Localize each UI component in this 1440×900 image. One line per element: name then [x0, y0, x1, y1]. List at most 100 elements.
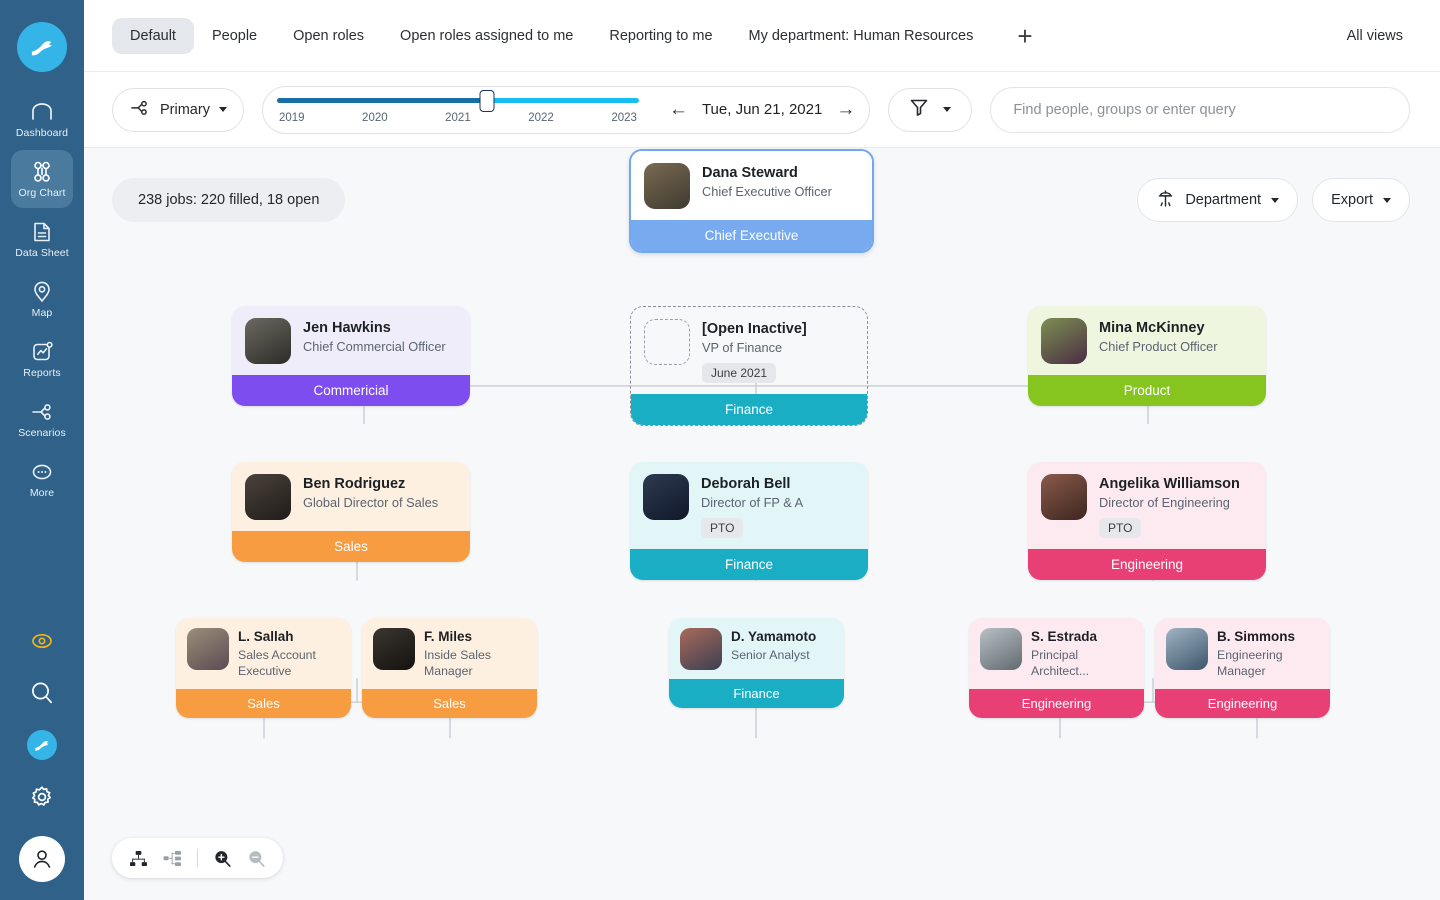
arrow-left-icon[interactable]: ←: [669, 100, 688, 119]
search-query-box[interactable]: [990, 86, 1410, 133]
org-node-miles[interactable]: F. Miles Inside Sales Manager Sales: [362, 618, 537, 718]
timeline-thumb[interactable]: [479, 89, 495, 112]
person-photo: [1166, 628, 1208, 670]
org-node-body: B. Simmons Engineering Manager: [1155, 618, 1330, 689]
org-node-text: F. Miles Inside Sales Manager: [424, 628, 526, 680]
org-node-body: Dana Steward Chief Executive Officer: [631, 151, 872, 220]
org-node-estrada[interactable]: S. Estrada Principal Architect... Engineer…: [969, 618, 1144, 718]
person-photo: [245, 318, 291, 364]
filter-dropdown[interactable]: [888, 87, 973, 132]
search-input[interactable]: [1013, 101, 1387, 118]
search-icon[interactable]: [25, 676, 59, 710]
org-node-title: Chief Commercial Officer: [303, 339, 446, 355]
org-node-title: Inside Sales Manager: [424, 647, 491, 678]
org-node-body: S. Estrada Principal Architect...: [969, 618, 1144, 689]
tab-reporting-to-me[interactable]: Reporting to me: [591, 18, 730, 54]
current-date-label: Tue, Jun 21, 2021: [701, 101, 823, 118]
timeline-slider[interactable]: 2019 2020 2021 2022 2023: [263, 89, 653, 124]
tab-open-roles-assigned-to-me[interactable]: Open roles assigned to me: [382, 18, 591, 54]
org-node-body: Jen Hawkins Chief Commercial Officer: [232, 306, 470, 375]
org-node-ceo[interactable]: Dana Steward Chief Executive Officer Chief…: [629, 149, 874, 253]
add-view-button[interactable]: +: [991, 23, 1058, 49]
sidebar-item-dashboard[interactable]: Dashboard: [11, 90, 73, 148]
org-node-name: S. Estrada: [1031, 629, 1098, 644]
org-node-body: Angelika Williamson Director of Engineeri…: [1028, 462, 1266, 549]
person-photo: [1041, 318, 1087, 364]
zoom-in-icon[interactable]: [213, 849, 232, 868]
org-node-status-badge: June 2021: [702, 362, 777, 383]
org-node-simmons[interactable]: B. Simmons Engineering Manager Engineering: [1155, 618, 1330, 718]
eye-icon[interactable]: [25, 624, 59, 658]
org-chart-canvas[interactable]: 238 jobs: 220 filled, 18 open Department: [84, 148, 1440, 900]
main-area: Default People Open roles Open roles ass…: [84, 0, 1440, 900]
org-node-dir-fpa[interactable]: Deborah Bell Director of FP & A PTO Finance: [630, 462, 868, 580]
sidebar-item-org-chart[interactable]: Org Chart: [11, 150, 73, 208]
org-node-dir-sales[interactable]: Ben Rodriguez Global Director of Sales Sal…: [232, 462, 470, 562]
chevron-down-icon: [218, 107, 227, 112]
person-photo: [187, 628, 229, 670]
timeline-track-future: [486, 97, 639, 103]
org-node-department-label: Sales: [232, 531, 470, 562]
sidebar-item-label: More: [29, 486, 55, 499]
org-node-title: Chief Product Officer: [1099, 339, 1218, 355]
org-node-title: Director of Engineering: [1099, 495, 1230, 511]
org-node-department-label: Sales: [362, 688, 537, 718]
org-node-text: Angelika Williamson Director of Engineeri…: [1099, 474, 1240, 538]
tab-people[interactable]: People: [194, 18, 275, 54]
timeline-tick: 2020: [362, 111, 388, 124]
org-node-name: Jen Hawkins: [303, 320, 391, 336]
sidebar-item-label: Data Sheet: [15, 246, 69, 259]
org-node-dir-eng[interactable]: Angelika Williamson Director of Engineeri…: [1028, 462, 1266, 580]
tab-open-roles[interactable]: Open roles: [275, 18, 382, 54]
document-icon: [31, 220, 53, 244]
org-node-yamamoto[interactable]: D. Yamamoto Senior Analyst Finance: [669, 618, 844, 708]
rabbit-logo-icon[interactable]: [17, 22, 67, 72]
timeline-control[interactable]: 2019 2020 2021 2022 2023 ← Tue, Jun 21, …: [261, 85, 871, 134]
org-node-name: F. Miles: [424, 629, 473, 644]
org-node-department-label: Engineering: [1028, 548, 1266, 580]
sidebar-item-map[interactable]: Map: [11, 270, 73, 328]
canvas-zoom-toolbar: [112, 838, 283, 878]
sidebar-item-data-sheet[interactable]: Data Sheet: [11, 210, 73, 268]
org-node-status-badge: PTO: [1099, 517, 1142, 538]
tab-my-department[interactable]: My department: Human Resources: [731, 18, 992, 54]
org-node-sallah[interactable]: L. Sallah Sales Account Executive Sales: [176, 618, 351, 718]
org-node-name: Ben Rodriguez: [303, 476, 406, 492]
person-photo: [980, 628, 1022, 670]
timeline-tick: 2023: [611, 111, 637, 124]
rabbit-logo-icon[interactable]: [25, 728, 59, 762]
org-node-department-label: Finance: [669, 679, 844, 708]
sidebar-item-label: Dashboard: [15, 126, 69, 139]
org-node-body: Deborah Bell Director of FP & A PTO: [630, 462, 868, 549]
org-node-department-label: Finance: [631, 393, 867, 425]
person-photo: [1041, 474, 1087, 520]
sidebar-item-scenarios[interactable]: Scenarios: [11, 390, 73, 448]
org-node-text: [Open Inactive] VP of Finance June 2021: [702, 319, 807, 383]
horizontal-layout-icon[interactable]: [163, 850, 182, 867]
org-node-department-label: Engineering: [1155, 688, 1330, 718]
user-avatar-icon[interactable]: [19, 836, 65, 882]
home-icon: [30, 100, 54, 124]
zoom-out-icon[interactable]: [247, 849, 266, 868]
person-photo: [245, 474, 291, 520]
sidebar-item-label: Reports: [23, 366, 61, 379]
org-node-cco[interactable]: Jen Hawkins Chief Commercial Officer Comme…: [232, 306, 470, 406]
zoom-divider: [197, 849, 198, 867]
arrow-right-icon[interactable]: →: [836, 100, 855, 119]
all-views-button[interactable]: All views: [1347, 28, 1408, 44]
primary-hierarchy-dropdown[interactable]: Primary: [112, 87, 244, 132]
org-node-title: Director of FP & A: [701, 495, 804, 511]
org-node-vp-finance[interactable]: [Open Inactive] VP of Finance June 2021 Fin…: [630, 306, 868, 426]
sidebar-item-more[interactable]: More: [11, 450, 73, 508]
primary-label: Primary: [160, 101, 210, 118]
sidebar-item-reports[interactable]: Reports: [11, 330, 73, 388]
org-node-cpo[interactable]: Mina McKinney Chief Product Officer Produc…: [1028, 306, 1266, 406]
gear-icon[interactable]: [25, 780, 59, 814]
tab-default[interactable]: Default: [112, 17, 194, 54]
sidebar-item-label: Map: [31, 306, 53, 319]
hierarchy-icon: [129, 98, 151, 121]
tree-layout-icon[interactable]: [129, 850, 148, 867]
org-node-title: Principal Architect...: [1031, 647, 1090, 678]
org-node-body: Ben Rodriguez Global Director of Sales: [232, 462, 470, 531]
timeline-track[interactable]: [276, 89, 639, 112]
